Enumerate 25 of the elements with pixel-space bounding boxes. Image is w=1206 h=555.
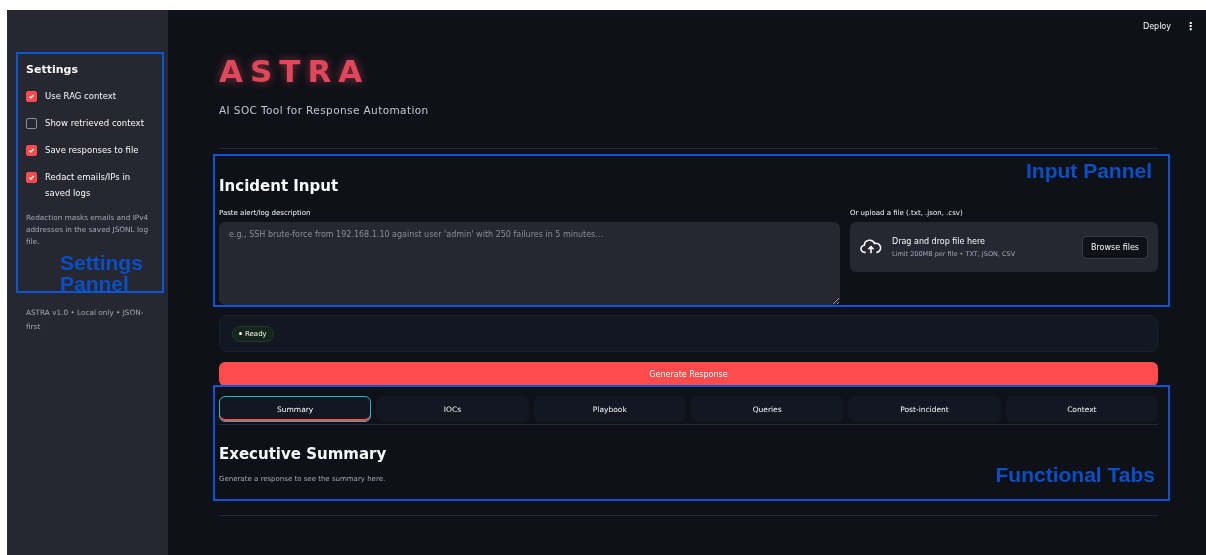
annotation-label: Functional Tabs (995, 464, 1155, 485)
dropzone-title: Drag and drop file here (892, 236, 987, 246)
check-icon (28, 174, 35, 181)
menu-button[interactable]: ⋮ (1185, 19, 1196, 33)
check-icon (28, 147, 35, 154)
annotation-label: Input Pannel (1026, 160, 1152, 181)
checkbox-option[interactable]: Save responses to file (26, 142, 158, 158)
sidebar-title: Settings (26, 63, 79, 76)
app-title: ASTRA (219, 53, 370, 89)
checkbox-option[interactable]: Use RAG context (26, 88, 158, 104)
checkbox-option[interactable]: Redact emails/IPs in saved logs (26, 169, 158, 201)
checkbox-option[interactable]: Show retrieved context (26, 115, 158, 131)
app-subtitle: AI SOC Tool for Response Automation (219, 104, 429, 116)
checkbox[interactable] (26, 172, 37, 183)
cloud-upload-icon (860, 239, 882, 255)
deploy-button[interactable]: Deploy (1143, 21, 1171, 31)
section-heading: Incident Input (219, 177, 339, 195)
annotation-label: Settings Pannel (60, 252, 144, 294)
checkbox[interactable] (26, 145, 37, 156)
check-icon (28, 93, 35, 100)
checkbox[interactable] (26, 118, 37, 129)
alert-text-area[interactable]: e.g., SSH brute-force from 192.168.1.10 against user 'admin' with 250 failures in 5 minutes… (219, 222, 840, 305)
checkbox[interactable] (26, 91, 37, 102)
browse-files-button[interactable]: Browse files (1081, 235, 1148, 259)
section-heading: Executive Summary (219, 445, 387, 463)
